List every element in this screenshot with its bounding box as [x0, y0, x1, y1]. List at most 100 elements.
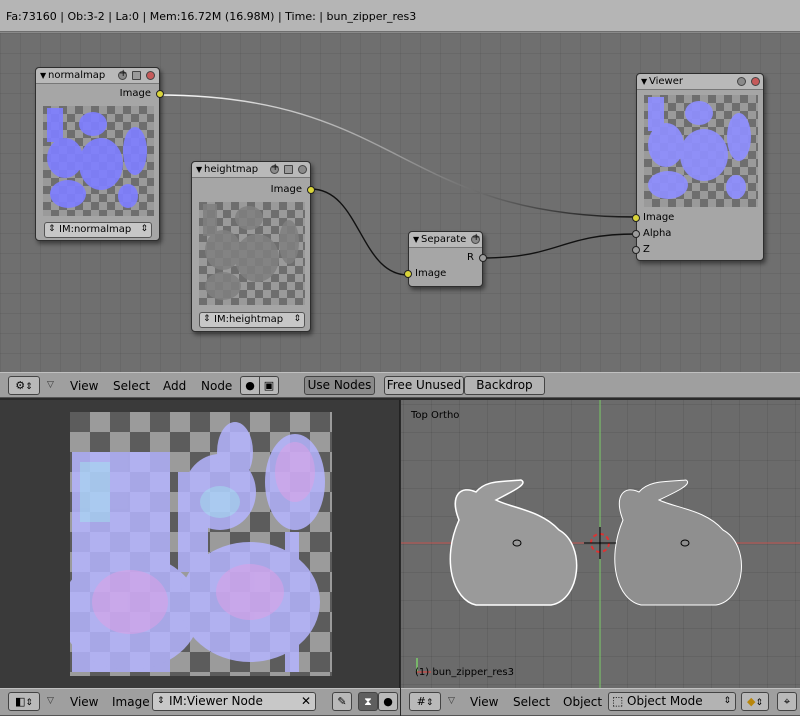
sphere-icon: ●: [245, 379, 255, 392]
input-label-alpha: Alpha: [643, 228, 672, 239]
normal-map-preview-image: [47, 108, 147, 208]
node-normalmap-header[interactable]: ▼ normalmap: [36, 68, 159, 84]
free-unused-button[interactable]: Free Unused: [384, 376, 464, 395]
3d-view-header: #⇕ ▽ View Select Object ⬚ Object Mode ⇕ …: [401, 688, 800, 716]
image-selector-heightmap[interactable]: ⇕ IM:heightmap ⇕: [199, 312, 305, 328]
node-heightmap[interactable]: ▼ heightmap Image ⇕ IM:heightmap: [191, 161, 315, 332]
editor-type-menu[interactable]: #⇕: [409, 692, 441, 711]
input-label-z: Z: [643, 244, 650, 255]
mode-dropdown[interactable]: ⬚ Object Mode ⇕: [608, 692, 736, 711]
object-mode-icon: ⬚: [612, 694, 624, 708]
node-viewer-header[interactable]: ▼ Viewer: [637, 74, 763, 90]
hourglass-icon: ⧗: [364, 695, 372, 708]
backdrop-button[interactable]: Backdrop: [464, 376, 545, 395]
node-viewer[interactable]: ▼ Viewer Image Alpha Z: [632, 73, 764, 261]
close-node-icon[interactable]: [298, 165, 307, 174]
output-socket-r[interactable]: [479, 254, 487, 262]
image-name: IM:Viewer Node: [169, 694, 263, 708]
plus-icon[interactable]: [471, 232, 480, 244]
collapse-arrow-icon[interactable]: ▼: [641, 77, 647, 86]
menu-view[interactable]: View: [70, 695, 98, 709]
image-browse-field[interactable]: ⇕ IM:Viewer Node ✕: [152, 692, 316, 711]
grid-icon: #: [416, 695, 426, 708]
node-editor-header: ⚙⇕ ▽ View Select Add Node ● ▣ Use Nodes …: [0, 372, 800, 398]
3d-cursor-icon: [584, 527, 616, 559]
editor-type-menu[interactable]: ◧⇕: [8, 692, 40, 711]
close-node-icon[interactable]: [146, 71, 155, 80]
node-preview-heightmap: [199, 202, 305, 305]
select-arrows-icon: ⇕: [48, 224, 56, 234]
composite-nodes-button[interactable]: ▣: [259, 376, 279, 395]
node-preview-normalmap: [43, 106, 154, 216]
draw-alpha-button[interactable]: ⧗: [358, 692, 378, 711]
pivot-icon: ⌖: [783, 695, 791, 708]
select-arrows-icon: ⇕: [293, 314, 301, 324]
node-heightmap-header[interactable]: ▼ heightmap: [192, 162, 310, 178]
close-icon[interactable]: ✕: [301, 693, 311, 710]
viewport-scene: [401, 400, 800, 688]
node-normalmap[interactable]: ▼ normalmap Image ⇕ IM:: [35, 67, 164, 241]
active-object-label: (1) bun_zipper_res3: [415, 667, 514, 678]
node-editor-icon: ⚙: [15, 379, 26, 392]
editor-type-menu[interactable]: ⚙⇕: [8, 376, 40, 395]
plus-icon[interactable]: [118, 68, 127, 80]
node-preview-viewer: [644, 95, 758, 207]
select-arrows-icon: ⇕: [25, 698, 33, 708]
collapse-arrow-icon[interactable]: ▼: [196, 165, 202, 174]
menu-view[interactable]: View: [470, 695, 498, 709]
node-title: Viewer: [649, 76, 683, 87]
pivot-dropdown[interactable]: ⌖: [777, 692, 797, 711]
image-selector-normalmap[interactable]: ⇕ IM:normalmap ⇕: [44, 222, 152, 238]
image-editor-icon: ◧: [15, 695, 26, 708]
collapse-arrow-icon[interactable]: ▼: [40, 71, 46, 80]
use-nodes-button[interactable]: Use Nodes: [304, 376, 375, 395]
node-separate[interactable]: ▼ Separate R Image: [404, 231, 487, 287]
collapse-menu-triangle-icon[interactable]: ▽: [448, 696, 455, 706]
info-bar-text: Fa:73160 | Ob:3-2 | La:0 | Mem:16.72M (1…: [6, 10, 417, 23]
output-label-r: R: [467, 252, 474, 263]
menu-object[interactable]: Object: [563, 695, 602, 709]
output-socket[interactable]: [307, 186, 315, 194]
render-layer-icon: ▣: [263, 379, 275, 392]
output-label: Image: [270, 184, 302, 195]
height-map-preview-image: [203, 204, 299, 300]
menu-image[interactable]: Image: [112, 695, 150, 709]
menu-add[interactable]: Add: [163, 379, 186, 393]
node-separate-header[interactable]: ▼ Separate: [409, 232, 482, 248]
bunny-mesh-right: [614, 479, 742, 606]
close-node-icon[interactable]: [751, 77, 760, 86]
viewer-image-canvas[interactable]: [60, 412, 332, 676]
preview-toggle-icon[interactable]: [737, 77, 746, 86]
input-socket-alpha[interactable]: [632, 230, 640, 238]
menu-node[interactable]: Node: [201, 379, 232, 393]
collapse-menu-triangle-icon[interactable]: ▽: [47, 696, 54, 706]
input-socket-image[interactable]: [404, 270, 412, 278]
image-selector-label: IM:heightmap: [214, 314, 284, 325]
select-arrows-icon: ⇕: [723, 696, 731, 706]
menu-view[interactable]: View: [70, 379, 98, 393]
input-socket-z[interactable]: [632, 246, 640, 254]
collapse-menu-triangle-icon[interactable]: ▽: [47, 380, 54, 390]
plus-icon[interactable]: [270, 162, 279, 174]
info-bar: Fa:73160 | Ob:3-2 | La:0 | Mem:16.72M (1…: [0, 0, 800, 32]
3d-viewport[interactable]: Top Ortho (1) bun_zipper_res3: [401, 400, 800, 688]
select-arrows-icon: ⇕: [25, 382, 33, 392]
material-nodes-button[interactable]: ●: [240, 376, 260, 395]
menu-select[interactable]: Select: [513, 695, 550, 709]
select-arrows-icon: ⇕: [203, 314, 211, 324]
collapse-arrow-icon[interactable]: ▼: [413, 235, 419, 244]
output-label: Image: [119, 88, 151, 99]
output-socket[interactable]: [156, 90, 164, 98]
draw-zbuffer-button[interactable]: ●: [378, 692, 398, 711]
node-title: normalmap: [48, 70, 106, 81]
draw-type-dropdown[interactable]: ◆⇕: [741, 692, 769, 711]
dot-icon: ●: [383, 695, 393, 708]
viewer-preview-image: [648, 97, 751, 199]
pin-image-button[interactable]: ✎: [332, 692, 352, 711]
node-editor[interactable]: ▼ normalmap Image ⇕ IM:: [0, 32, 800, 372]
menu-select[interactable]: Select: [113, 379, 150, 393]
image-editor[interactable]: [0, 400, 400, 688]
preview-toggle-icon[interactable]: [284, 165, 293, 174]
input-socket-image[interactable]: [632, 214, 640, 222]
preview-toggle-icon[interactable]: [132, 71, 141, 80]
